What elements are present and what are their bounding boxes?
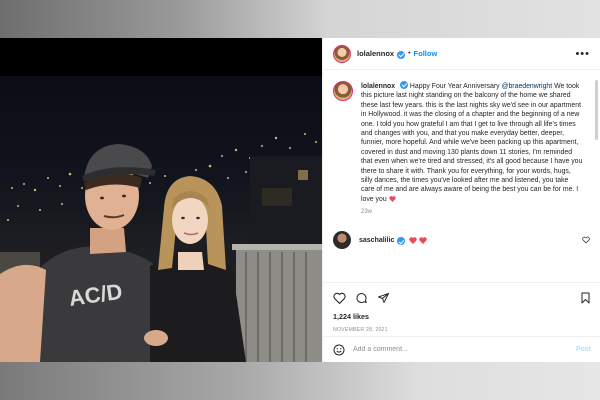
blurred-background-bottom xyxy=(0,362,600,400)
post-comment-button[interactable]: Post xyxy=(576,346,591,353)
blurred-background-top xyxy=(0,0,600,38)
caption: lolalennox Happy Four Year Anniversary @… xyxy=(333,80,590,204)
caption-lead: Happy Four Year Anniversary xyxy=(409,83,500,90)
verified-badge-icon xyxy=(397,237,406,246)
comment-icon[interactable] xyxy=(355,292,368,304)
caption-username[interactable]: lolalennox xyxy=(361,83,395,90)
caption-timestamp: 23w xyxy=(361,209,373,216)
verified-badge-icon xyxy=(400,81,408,89)
bookmark-icon[interactable] xyxy=(580,292,591,304)
likes-count[interactable]: 1,224 likes xyxy=(333,312,591,321)
couple-photo-illustration: AC/D xyxy=(0,133,322,362)
red-heart-icon xyxy=(409,237,418,244)
commenter-avatar[interactable] xyxy=(333,231,351,250)
action-icons xyxy=(333,286,591,310)
caption-mention[interactable]: @braedenwright xyxy=(501,83,552,90)
avatar[interactable] xyxy=(333,44,351,63)
caption-avatar[interactable] xyxy=(333,81,353,101)
post-date: NOVEMBER 28, 2021 xyxy=(333,327,388,333)
post-actions: 1,224 likes NOVEMBER 28, 2021 xyxy=(323,282,600,333)
verified-badge-icon xyxy=(397,50,406,59)
comment-row: saschalilic xyxy=(333,231,590,250)
comments-scroll-area[interactable]: lolalennox Happy Four Year Anniversary @… xyxy=(323,70,600,284)
share-icon[interactable] xyxy=(377,292,390,304)
more-options-button[interactable]: ••• xyxy=(575,48,590,60)
comment-like-heart-icon[interactable] xyxy=(582,236,590,244)
red-heart-icon xyxy=(419,237,428,244)
commenter-username[interactable]: saschalilic xyxy=(359,237,394,244)
post-header: lolalennox • Follow ••• xyxy=(323,38,600,70)
follow-button[interactable]: Follow xyxy=(414,49,438,58)
red-heart-icon xyxy=(388,196,396,202)
scrollbar[interactable] xyxy=(595,80,598,140)
post-photo[interactable]: AC/D xyxy=(0,38,322,362)
separator-dot: • xyxy=(408,50,411,57)
emoji-icon[interactable] xyxy=(333,344,345,356)
caption-body: We took this picture last night standing… xyxy=(361,83,583,203)
add-comment-bar: Post xyxy=(323,336,600,362)
caption-text: lolalennox Happy Four Year Anniversary @… xyxy=(361,80,583,204)
post-side-panel: lolalennox • Follow ••• lolalennox Happy… xyxy=(322,38,600,362)
instagram-post: AC/D lolalennox • Follow ••• lolalennox … xyxy=(0,38,600,362)
heart-icon[interactable] xyxy=(333,292,346,304)
comment-input[interactable] xyxy=(353,346,543,353)
header-username[interactable]: lolalennox xyxy=(357,49,394,58)
